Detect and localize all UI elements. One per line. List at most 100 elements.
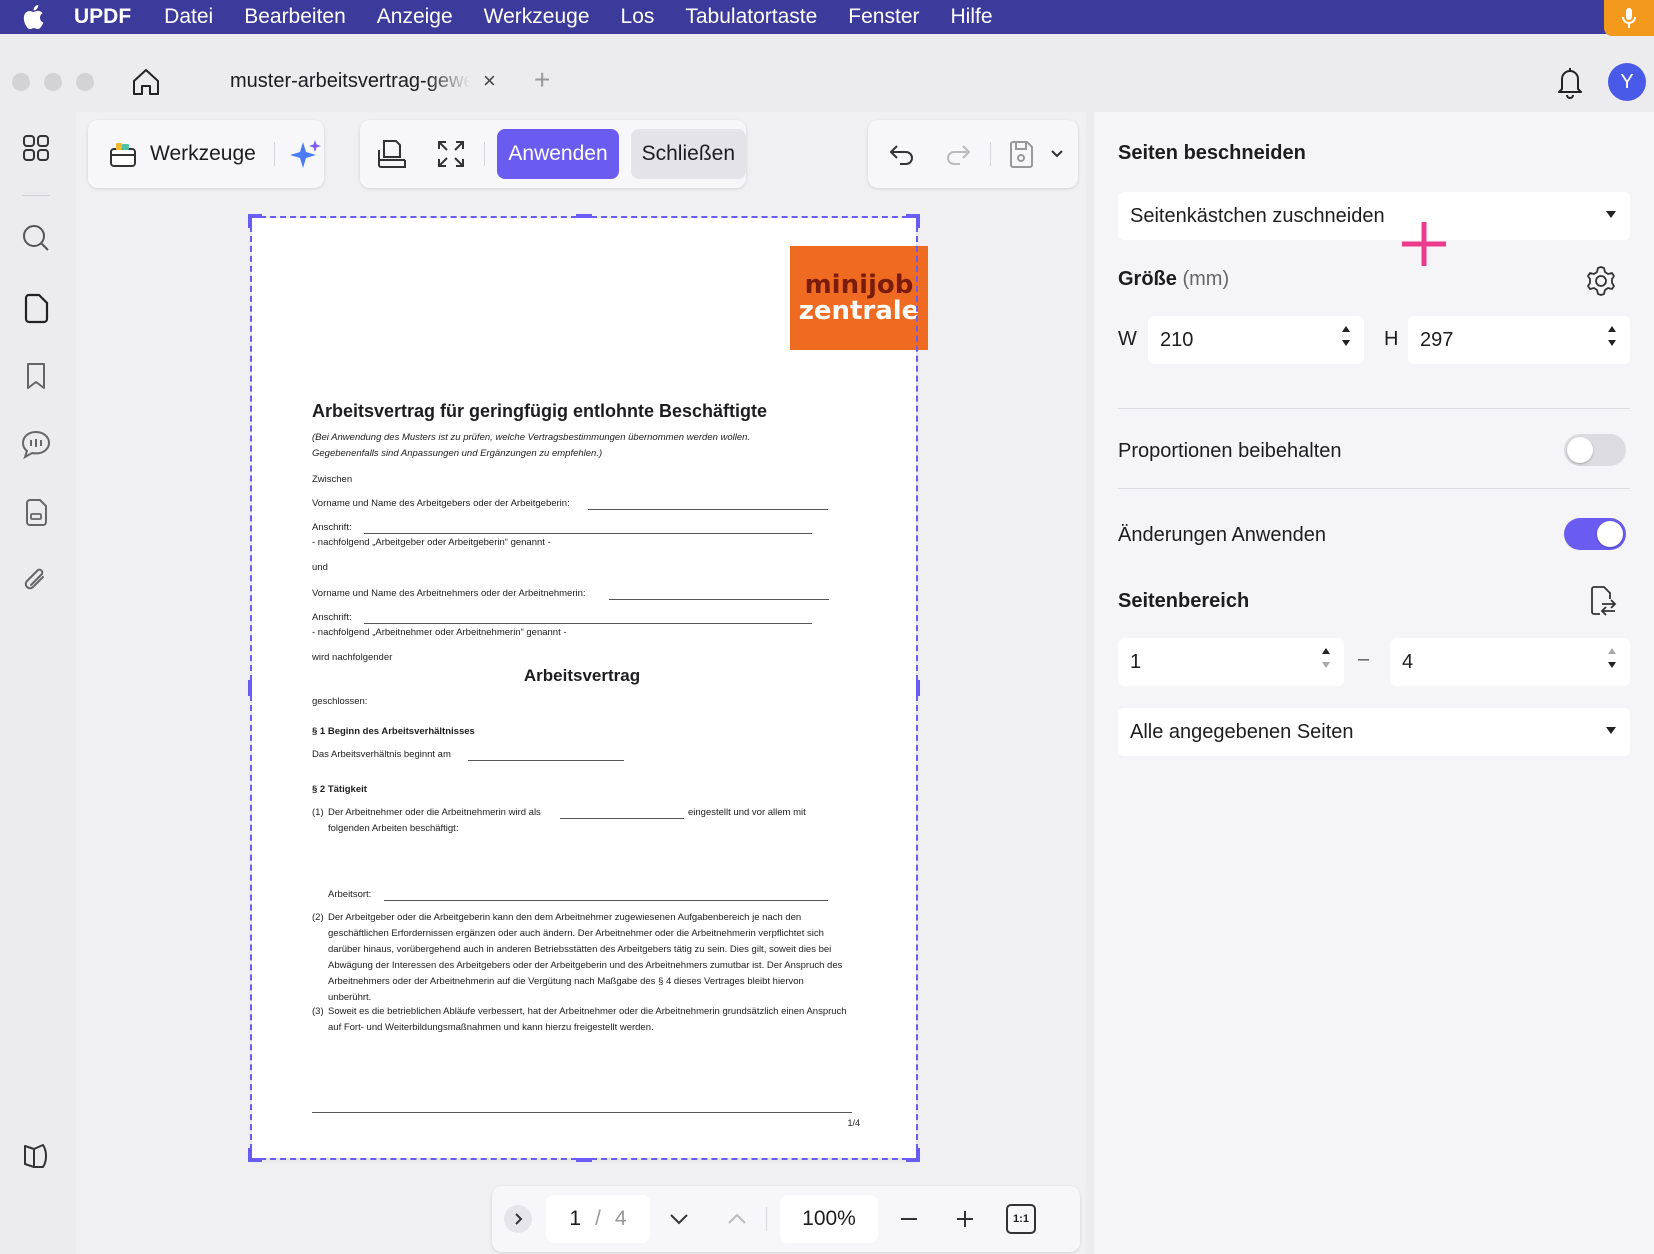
height-label: H <box>1384 328 1399 350</box>
caret-down-icon <box>1606 727 1616 734</box>
user-avatar[interactable]: Y <box>1608 63 1646 101</box>
page-range-button[interactable] <box>1586 584 1620 618</box>
sidebar-reading-mode[interactable] <box>20 1140 52 1172</box>
document-tab-title[interactable]: muster-arbeitsvertrag-gewerblich.pdf <box>230 70 470 93</box>
range-to-input[interactable]: 4 <box>1390 638 1630 686</box>
actual-size-button[interactable]: 1:1 <box>1006 1204 1036 1234</box>
apply-button[interactable]: Anwenden <box>497 129 619 179</box>
grid-icon <box>23 135 49 161</box>
range-to-stepper[interactable] <box>1608 648 1618 676</box>
new-tab-button[interactable]: + <box>534 64 550 96</box>
chevron-down-icon <box>1051 150 1063 158</box>
crop-handle-top-left[interactable] <box>248 214 252 228</box>
expand-nav-button[interactable] <box>504 1205 532 1233</box>
bell-icon[interactable] <box>1554 65 1586 99</box>
width-stepper[interactable] <box>1342 326 1352 354</box>
form-icon <box>26 499 47 526</box>
sidebar-pages[interactable] <box>20 292 52 324</box>
sidebar-divider <box>22 195 50 196</box>
menu-fenster[interactable]: Fenster <box>848 5 919 29</box>
menu-datei[interactable]: Datei <box>164 5 213 29</box>
next-page-button[interactable] <box>664 1204 694 1234</box>
plus-icon <box>957 1211 973 1227</box>
size-settings-button[interactable] <box>1584 264 1618 298</box>
crop-pages-title: Seiten beschneiden <box>1118 142 1306 164</box>
caret-down-icon <box>1606 211 1616 218</box>
height-value: 297 <box>1420 328 1454 351</box>
menu-bearbeiten[interactable]: Bearbeiten <box>244 5 346 29</box>
page-icon <box>24 293 49 324</box>
crop-handle-bottom[interactable] <box>576 1158 592 1162</box>
crop-mode-select[interactable]: Seitenkästchen zuschneiden <box>1118 192 1630 240</box>
crop-handle-right[interactable] <box>916 680 920 696</box>
crosshair-cursor-icon <box>1402 222 1446 266</box>
sparkle-icon <box>289 140 321 168</box>
home-button[interactable] <box>128 64 164 100</box>
width-input[interactable]: 210 <box>1148 316 1364 364</box>
crop-settings-panel: Seiten beschneiden Seitenkästchen zuschn… <box>1094 112 1654 1254</box>
ai-assistant-button[interactable] <box>289 138 323 170</box>
range-from-input[interactable]: 1 <box>1118 638 1344 686</box>
current-page[interactable]: 1 <box>569 1207 581 1231</box>
sidebar-forms[interactable] <box>20 496 52 528</box>
crop-pages-button[interactable] <box>374 136 409 172</box>
title-bar: muster-arbeitsvertrag-gewerblich.pdf × +… <box>0 50 1654 112</box>
keep-proportions-toggle[interactable] <box>1564 434 1626 466</box>
tools-button[interactable]: Werkzeuge <box>108 139 256 169</box>
panel-divider <box>1118 488 1630 489</box>
undo-button[interactable] <box>884 136 920 172</box>
redo-button[interactable] <box>940 136 976 172</box>
page-swap-icon <box>1591 586 1617 616</box>
crop-handle-bottom-left[interactable] <box>248 1148 252 1162</box>
crop-handle-bottom-right[interactable] <box>916 1148 920 1162</box>
apple-icon[interactable] <box>22 4 44 30</box>
toggle-knob <box>1597 521 1623 547</box>
sidebar-comments[interactable] <box>20 428 52 460</box>
page-indicator[interactable]: 1 / 4 <box>546 1195 650 1243</box>
sidebar-bookmarks[interactable] <box>20 360 52 392</box>
menu-los[interactable]: Los <box>621 5 655 29</box>
microphone-button[interactable] <box>1604 0 1654 36</box>
comment-icon <box>21 430 51 459</box>
zoom-out-button[interactable] <box>894 1204 924 1234</box>
crop-handle-top-right[interactable] <box>916 214 920 228</box>
sidebar-search[interactable] <box>20 222 52 254</box>
window-zoom-dot[interactable] <box>76 73 94 91</box>
save-button[interactable] <box>1003 136 1039 172</box>
page-navigation-bar: 1 / 4 100% 1:1 <box>492 1186 1080 1252</box>
menu-hilfe[interactable]: Hilfe <box>951 5 993 29</box>
range-mode-value: Alle angegebenen Seiten <box>1130 720 1354 743</box>
height-stepper[interactable] <box>1608 326 1618 354</box>
menu-anzeige[interactable]: Anzeige <box>377 5 453 29</box>
sidebar-attachments[interactable] <box>20 564 52 596</box>
auto-fit-button[interactable] <box>433 136 468 172</box>
sidebar-thumbnails[interactable] <box>20 132 52 164</box>
range-from-stepper[interactable] <box>1322 648 1332 676</box>
range-mode-select[interactable]: Alle angegebenen Seiten <box>1118 708 1630 756</box>
expand-icon <box>437 141 464 167</box>
gear-icon <box>1587 266 1615 296</box>
window-close-dot[interactable] <box>12 73 30 91</box>
crop-box[interactable] <box>250 216 918 1160</box>
width-label: W <box>1118 328 1137 350</box>
minus-icon <box>901 1218 917 1220</box>
save-options-dropdown[interactable] <box>1045 136 1069 172</box>
window-minimize-dot[interactable] <box>44 73 62 91</box>
menu-tabulatortaste[interactable]: Tabulatortaste <box>685 5 817 29</box>
tab-close-button[interactable]: × <box>483 68 496 94</box>
crop-handle-top[interactable] <box>576 214 592 218</box>
crop-handle-left[interactable] <box>248 680 252 696</box>
height-input[interactable]: 297 <box>1408 316 1630 364</box>
microphone-icon <box>1622 8 1636 28</box>
apply-changes-toggle[interactable] <box>1564 518 1626 550</box>
menu-updf[interactable]: UPDF <box>74 5 131 29</box>
undo-icon <box>890 145 913 165</box>
home-icon <box>133 69 159 95</box>
zoom-level[interactable]: 100% <box>780 1195 878 1243</box>
zoom-in-button[interactable] <box>950 1204 980 1234</box>
menu-bar: UPDF Datei Bearbeiten Anzeige Werkzeuge … <box>0 0 1654 36</box>
close-crop-button[interactable]: Schließen <box>630 129 747 179</box>
previous-page-button[interactable] <box>722 1204 752 1234</box>
toolbar-separator <box>990 142 991 166</box>
menu-werkzeuge[interactable]: Werkzeuge <box>484 5 590 29</box>
